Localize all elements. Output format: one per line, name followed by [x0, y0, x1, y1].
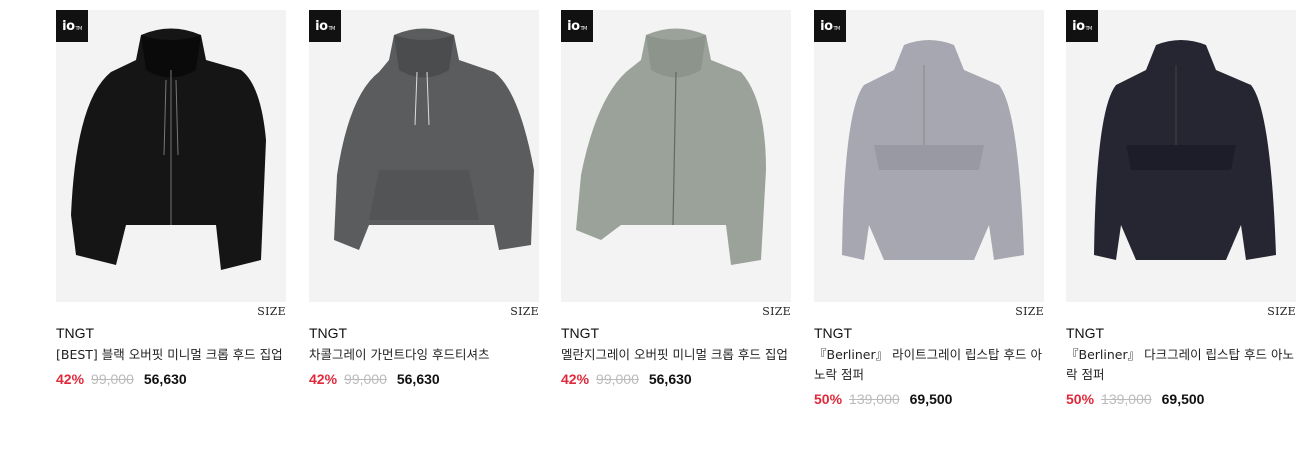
charcoal-hoodie-icon: [334, 28, 534, 250]
product-name[interactable]: 『Berliner』 라이트그레이 립스탑 후드 아노락 점퍼: [814, 345, 1046, 385]
product-image[interactable]: io TM: [814, 10, 1044, 302]
brand-badge: io TM: [56, 10, 88, 42]
sale-price: 69,500: [1161, 391, 1205, 407]
brand-badge: io TM: [1066, 10, 1098, 42]
brand-badge: io TM: [309, 10, 341, 42]
product-image[interactable]: io TM: [561, 10, 791, 302]
product-card[interactable]: io TM SIZE TNGT 차콜그레이 가먼트다잉 후드티셔츠 42% 99,…: [309, 10, 539, 387]
size-label[interactable]: SIZE: [1015, 305, 1044, 318]
product-card[interactable]: io TM SIZE TNGT 『Berliner』 라이트그레이 립스탑 후드 …: [814, 10, 1044, 407]
brand-badge: io TM: [814, 10, 846, 42]
original-price: 99,000: [91, 371, 134, 387]
size-label[interactable]: SIZE: [762, 305, 791, 318]
brand-name: TNGT: [1066, 325, 1105, 341]
sale-price: 56,630: [396, 371, 440, 387]
price-row: 50% 139,000 69,500: [1066, 391, 1296, 407]
brand-badge: io TM: [561, 10, 593, 42]
product-image[interactable]: io TM: [309, 10, 539, 302]
black-zip-hoodie-icon: [71, 28, 266, 270]
sale-price: 56,630: [143, 371, 187, 387]
product-grid: io TM SIZE TNGT [BEST] 블랙 오버핏 미니멀 크롭 후드 집…: [0, 0, 1301, 453]
product-name[interactable]: 『Berliner』 다크그레이 립스탑 후드 아노락 점퍼: [1066, 345, 1298, 385]
price-row: 50% 139,000 69,500: [814, 391, 1044, 407]
product-card[interactable]: io TM SIZE TNGT [BEST] 블랙 오버핏 미니멀 크롭 후드 집…: [56, 10, 286, 387]
product-image[interactable]: io TM: [56, 10, 286, 302]
original-price: 139,000: [849, 391, 900, 407]
product-image[interactable]: io TM: [1066, 10, 1296, 302]
product-card[interactable]: io TM SIZE TNGT 『Berliner』 다크그레이 립스탑 후드 아…: [1066, 10, 1296, 407]
discount-rate: 42%: [56, 371, 85, 387]
product-name[interactable]: 차콜그레이 가먼트다잉 후드티셔츠: [309, 345, 541, 365]
original-price: 139,000: [1101, 391, 1152, 407]
brand-name: TNGT: [56, 325, 95, 341]
price-row: 42% 99,000 56,630: [309, 371, 539, 387]
sale-price: 56,630: [648, 371, 692, 387]
original-price: 99,000: [596, 371, 639, 387]
brand-name: TNGT: [814, 325, 853, 341]
sale-price: 69,500: [909, 391, 953, 407]
size-label[interactable]: SIZE: [510, 305, 539, 318]
lightgrey-anorak-icon: [842, 40, 1024, 260]
brand-name: TNGT: [561, 325, 600, 341]
price-row: 42% 99,000 56,630: [561, 371, 791, 387]
size-label[interactable]: SIZE: [257, 305, 286, 318]
original-price: 99,000: [344, 371, 387, 387]
discount-rate: 50%: [1066, 391, 1095, 407]
product-name[interactable]: 멜란지그레이 오버핏 미니멀 크롭 후드 집업: [561, 345, 793, 365]
discount-rate: 42%: [561, 371, 590, 387]
product-card[interactable]: io TM SIZE TNGT 멜란지그레이 오버핏 미니멀 크롭 후드 집업 4…: [561, 10, 791, 387]
price-row: 42% 99,000 56,630: [56, 371, 286, 387]
size-label[interactable]: SIZE: [1267, 305, 1296, 318]
brand-name: TNGT: [309, 325, 348, 341]
darkgrey-anorak-icon: [1094, 40, 1276, 260]
grey-zip-hoodie-icon: [576, 28, 766, 265]
discount-rate: 50%: [814, 391, 843, 407]
product-name[interactable]: [BEST] 블랙 오버핏 미니멀 크롭 후드 집업: [56, 345, 288, 365]
discount-rate: 42%: [309, 371, 338, 387]
